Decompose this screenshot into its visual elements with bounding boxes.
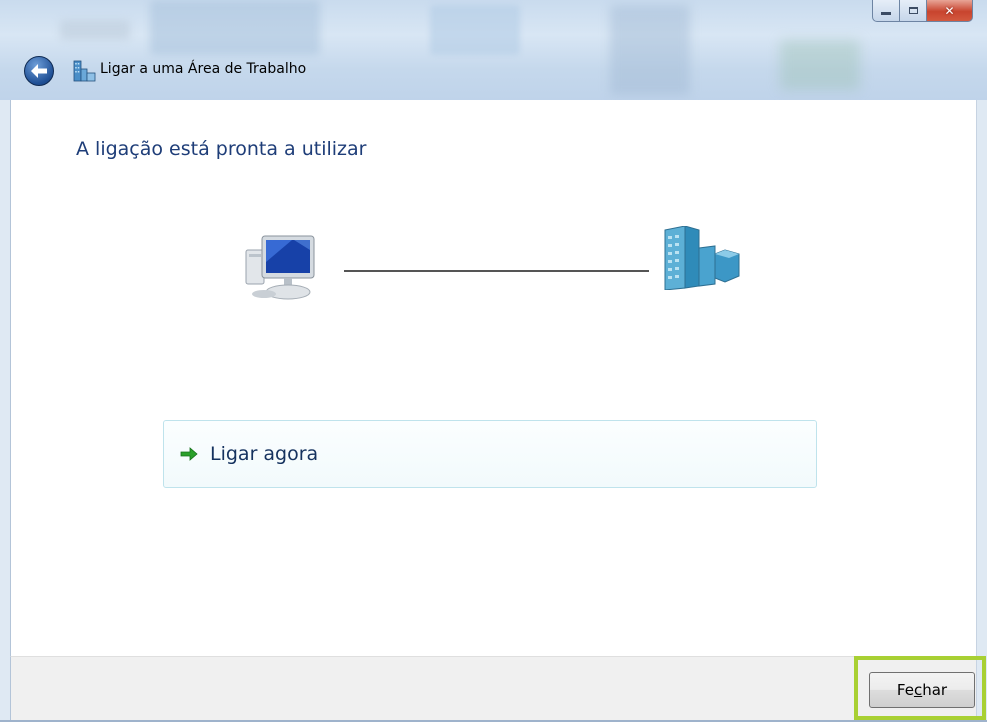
back-button[interactable] <box>24 56 54 86</box>
green-arrow-icon <box>180 447 198 461</box>
wizard-content: A ligação está pronta a utilizar Ligar a… <box>10 100 977 656</box>
maximize-button[interactable] <box>900 0 927 22</box>
background-blur <box>60 20 130 40</box>
server-icon <box>664 226 740 290</box>
computer-icon <box>245 235 315 300</box>
connect-now-label: Ligar agora <box>210 443 319 465</box>
background-blur <box>150 0 320 55</box>
minimize-button[interactable] <box>872 0 900 22</box>
close-button-label-end: har <box>922 681 948 699</box>
back-arrow-icon <box>31 64 47 78</box>
background-blur <box>430 5 520 55</box>
title-bar: ✕ Ligar a uma Área de Trabalho <box>0 0 987 100</box>
background-blur <box>780 40 860 90</box>
close-button[interactable]: Fe c har <box>869 672 975 708</box>
close-window-button[interactable]: ✕ <box>927 0 973 22</box>
connect-now-command-link[interactable]: Ligar agora <box>163 420 817 488</box>
close-button-label-start: Fe <box>896 681 914 699</box>
maximize-icon <box>908 7 918 14</box>
close-icon: ✕ <box>944 3 955 18</box>
window-title: Ligar a uma Área de Trabalho <box>100 61 307 77</box>
background-blur <box>610 5 690 95</box>
page-title: A ligação está pronta a utilizar <box>76 138 367 160</box>
minimize-icon <box>881 12 891 15</box>
remote-desktop-icon <box>73 60 96 82</box>
connection-line <box>344 270 649 272</box>
close-button-accelerator: c <box>913 681 923 699</box>
footer-bar <box>10 656 977 720</box>
window-controls: ✕ <box>872 0 973 22</box>
